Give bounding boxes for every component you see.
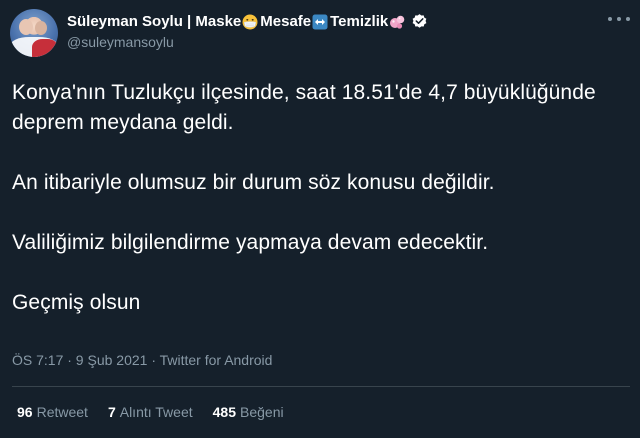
user-handle[interactable]: @suleymansoylu — [67, 32, 428, 52]
more-dot — [626, 17, 630, 21]
divider — [12, 386, 630, 387]
tweet-timestamp[interactable]: ÖS 7:17 · 9 Şub 2021 · Twitter for Andro… — [12, 352, 272, 368]
avatar-face-right — [35, 21, 47, 35]
tweet-card: Süleyman Soylu | Maske Mesafe Temizlik @… — [0, 0, 640, 438]
avatar-shirt — [32, 39, 58, 57]
tweet-stats: 96 Retweet 7 Alıntı Tweet 485 Beğeni — [17, 404, 284, 420]
display-name-part2: Mesafe — [260, 13, 312, 30]
avatar-face-left — [19, 19, 33, 35]
tweet-paragraph: Konya'nın Tuzlukçu ilçesinde, saat 18.51… — [12, 81, 596, 134]
retweet-count: 96 — [17, 404, 33, 420]
display-name-part3: Temizlik — [330, 13, 389, 30]
like-count: 485 — [212, 404, 236, 420]
quote-tweet-stat[interactable]: 7 Alıntı Tweet — [108, 404, 193, 420]
more-options-icon[interactable] — [608, 12, 630, 26]
quote-label: Alıntı Tweet — [119, 404, 193, 420]
avatar[interactable] — [10, 9, 58, 57]
verified-badge-icon — [412, 14, 427, 28]
tweet-paragraph: An itibariyle olumsuz bir durum söz konu… — [12, 171, 495, 194]
display-name[interactable]: Süleyman Soylu | Maske Mesafe Temizlik — [67, 12, 428, 31]
quote-count: 7 — [107, 404, 116, 420]
more-dot — [617, 17, 621, 21]
user-names: Süleyman Soylu | Maske Mesafe Temizlik @… — [67, 12, 428, 52]
like-stat[interactable]: 485 Beğeni — [213, 404, 284, 420]
display-name-part1: Süleyman Soylu | Maske — [67, 13, 242, 30]
mask-face-icon — [242, 14, 258, 29]
tweet-text: Konya'nın Tuzlukçu ilçesinde, saat 18.51… — [12, 78, 622, 348]
tweet-header: Süleyman Soylu | Maske Mesafe Temizlik @… — [10, 9, 630, 59]
more-dot — [608, 17, 612, 21]
tweet-paragraph: Valiliğimiz bilgilendirme yapmaya devam … — [12, 231, 489, 254]
like-label: Beğeni — [240, 404, 284, 420]
tweet-paragraph: Geçmiş olsun — [12, 291, 141, 314]
retweet-label: Retweet — [36, 404, 88, 420]
retweet-stat[interactable]: 96 Retweet — [17, 404, 88, 420]
left-right-arrow-icon — [312, 14, 328, 29]
soap-bubbles-icon — [390, 15, 405, 29]
